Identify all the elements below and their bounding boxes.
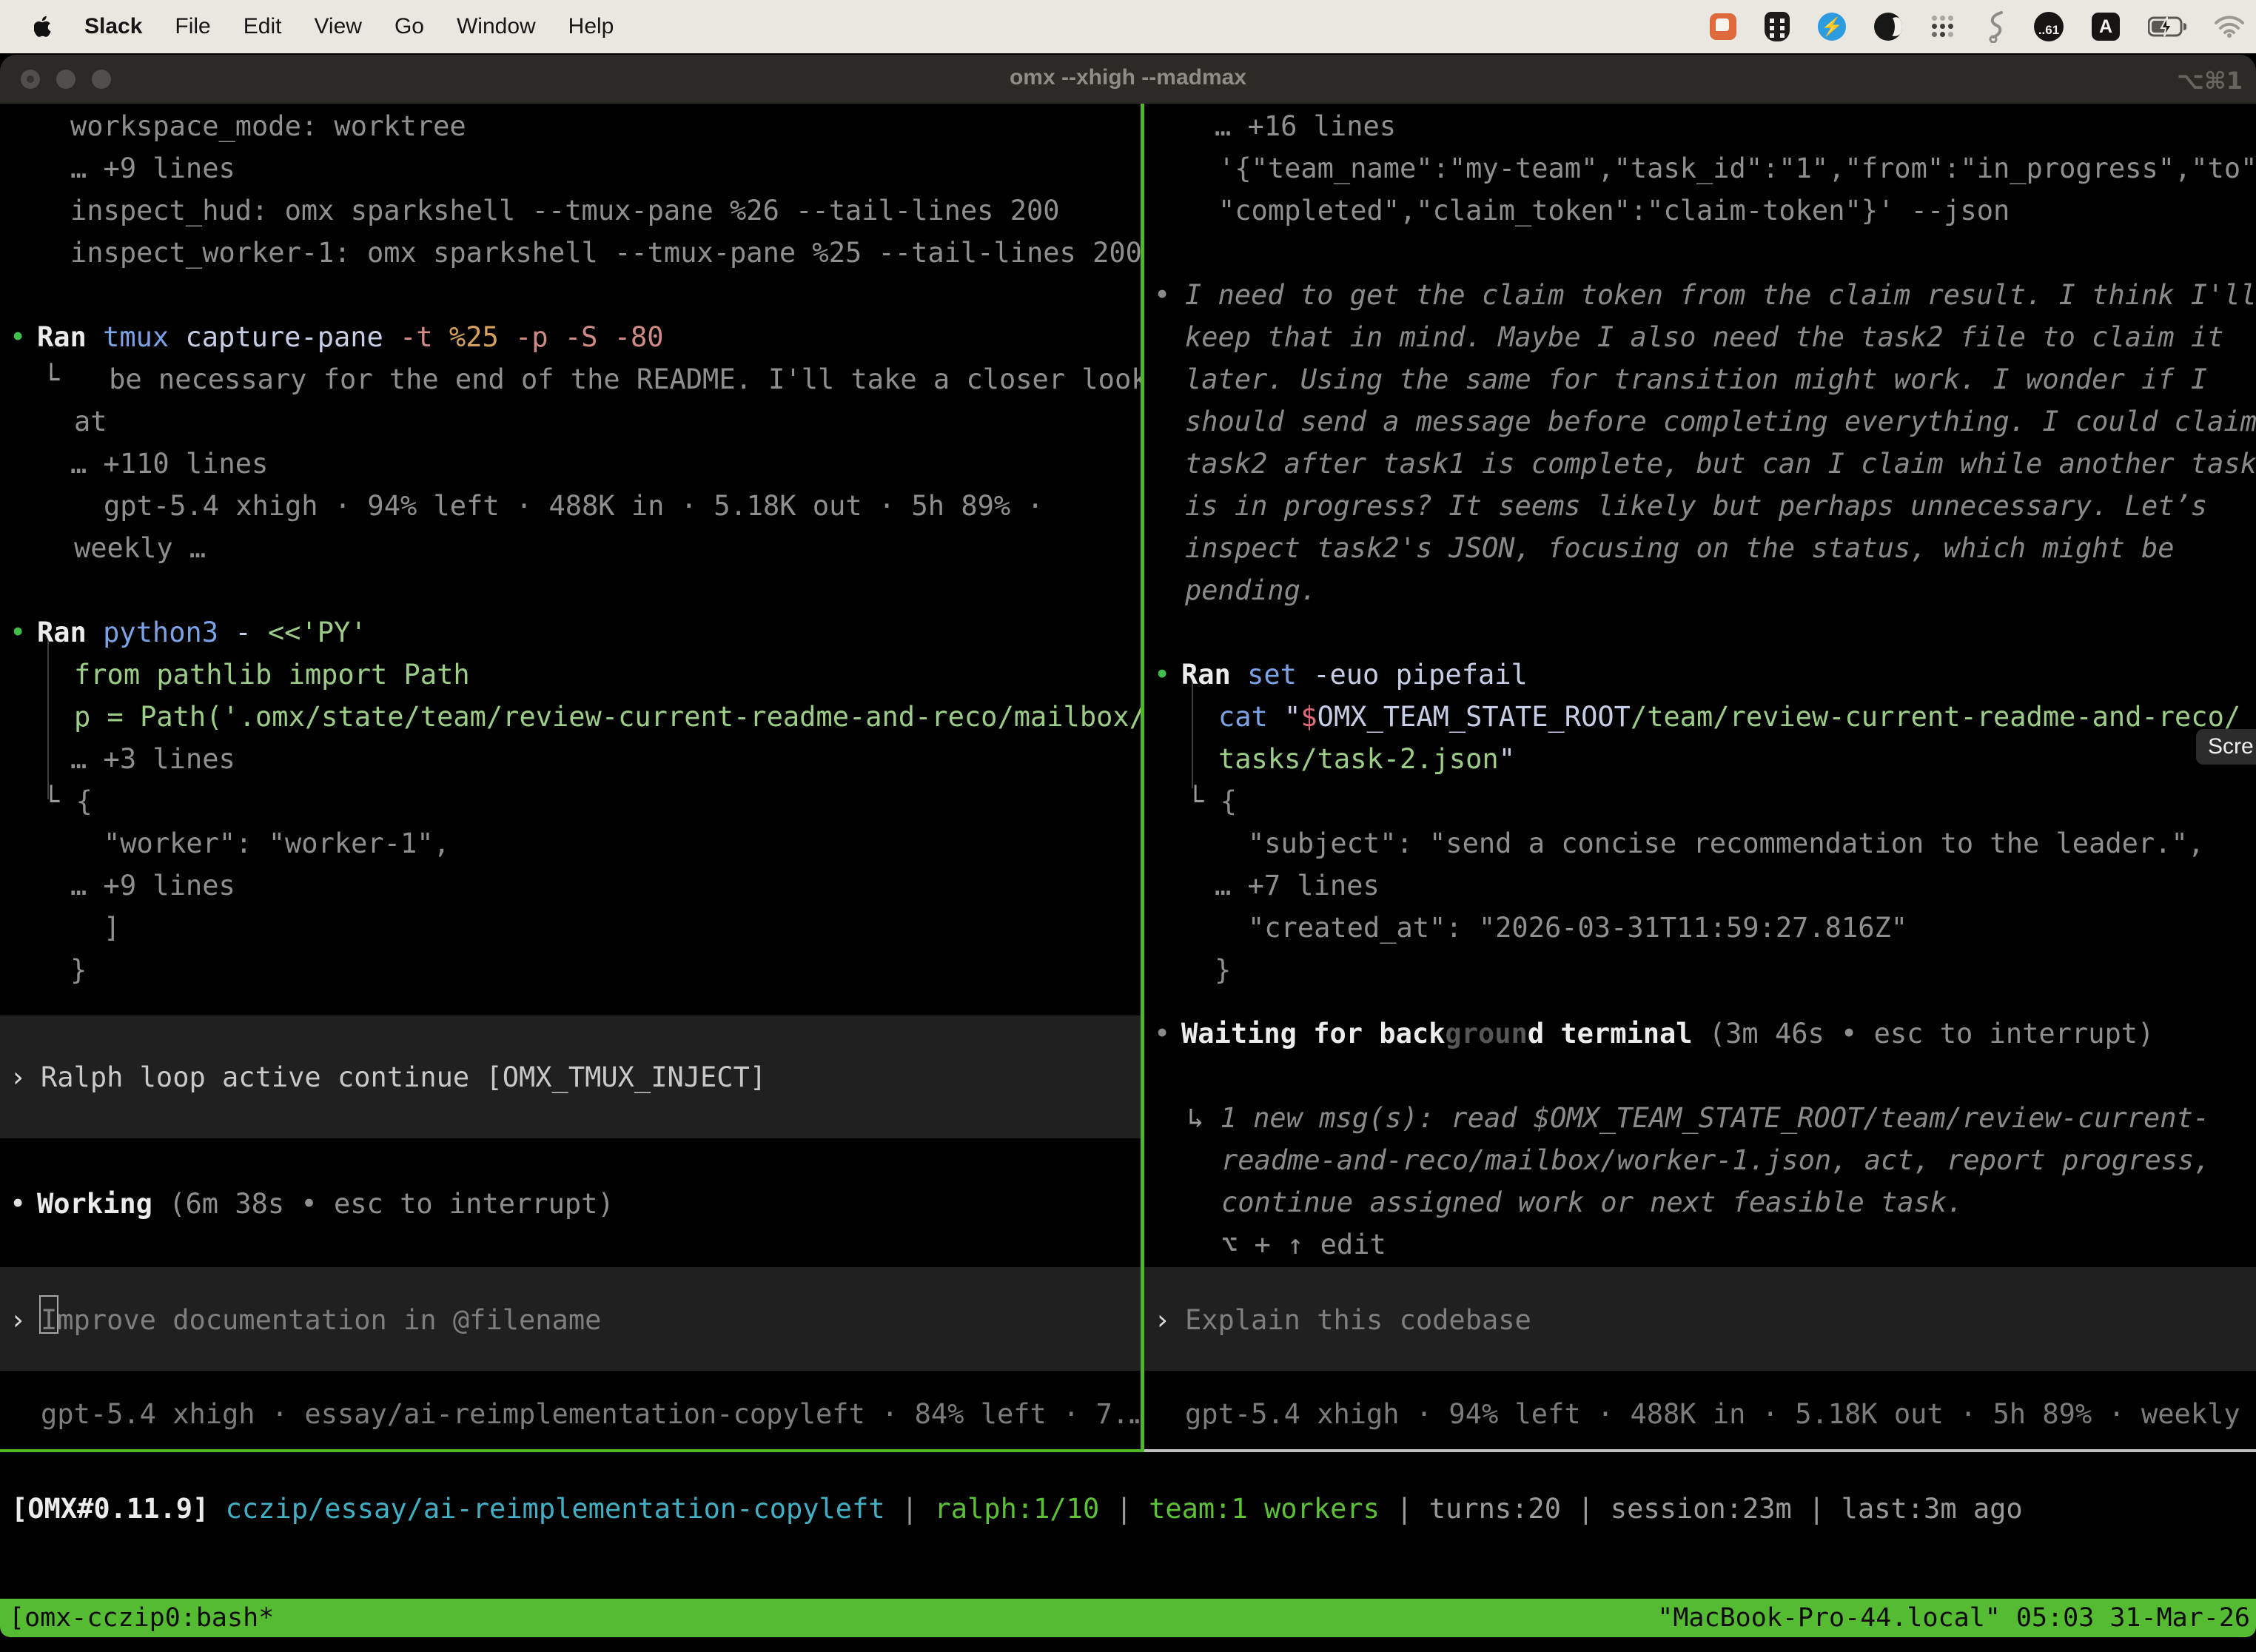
terminal-line: later. Using the same for transition mig… bbox=[1144, 358, 2256, 400]
terminal-line: keep that in mind. Maybe I also need the… bbox=[1144, 316, 2256, 358]
menu-app-name[interactable]: Slack bbox=[84, 14, 142, 39]
menu-help[interactable]: Help bbox=[568, 14, 614, 39]
slack-status-icon[interactable] bbox=[1710, 13, 1736, 40]
pane-border-right bbox=[1144, 1449, 2256, 1452]
menu-edit[interactable]: Edit bbox=[244, 14, 282, 39]
terminal-line: ›Improve documentation in @filename bbox=[0, 1299, 1141, 1341]
terminal-line: } bbox=[1144, 949, 2256, 991]
pane-border-left bbox=[0, 1449, 1144, 1452]
terminal-line: … +9 lines bbox=[0, 864, 1141, 907]
squiggle-icon[interactable] bbox=[1984, 10, 2006, 43]
battery-icon[interactable] bbox=[2148, 16, 2186, 37]
terminal-line: └ be necessary for the end of the README… bbox=[0, 358, 1141, 400]
terminal-line: ⌥ + ↑ edit bbox=[1144, 1223, 2256, 1266]
terminal-line: … +16 lines bbox=[1144, 105, 2256, 147]
terminal-window: omx --xhigh --madmax ⌥⌘1 workspace_mode:… bbox=[0, 55, 2256, 1637]
zoom-button[interactable] bbox=[92, 70, 111, 89]
terminal-line: •Ran python3 - <<'PY' bbox=[0, 611, 1141, 654]
apple-menu-icon[interactable] bbox=[34, 15, 53, 38]
keyboard-layout-icon[interactable]: A bbox=[2092, 13, 2120, 41]
tmux-host-clock-label: "MacBook-Pro-44.local" 05:03 31-Mar-26 bbox=[1657, 1599, 2250, 1637]
pane-divider[interactable] bbox=[1141, 104, 1144, 1451]
menu-bar: Slack File Edit View Go Window Help ⚡ ..… bbox=[0, 0, 2256, 53]
terminal-line: •I need to get the claim token from the … bbox=[1144, 274, 2256, 316]
terminal-line: } bbox=[0, 949, 1141, 991]
terminal-line: pending. bbox=[1144, 569, 2256, 611]
shield-grid-icon[interactable] bbox=[1765, 12, 1790, 41]
omx-status-line: [OMX#0.11.9] cczip/essay/ai-reimplementa… bbox=[11, 1488, 2023, 1530]
terminal-line: continue assigned work or next feasible … bbox=[1144, 1181, 2256, 1223]
minimize-button[interactable] bbox=[56, 70, 75, 89]
terminal-line: from pathlib import Path bbox=[0, 654, 1141, 696]
screen-tooltip: Scre bbox=[2196, 729, 2256, 765]
terminal-line: •Waiting for background terminal (3m 46s… bbox=[1144, 1013, 2256, 1055]
terminal-line: … +7 lines bbox=[1144, 864, 2256, 907]
terminal-line: p = Path('.omx/state/team/review-current… bbox=[0, 696, 1141, 738]
window-title-bar[interactable]: omx --xhigh --madmax ⌥⌘1 bbox=[0, 55, 2256, 104]
window-title: omx --xhigh --madmax bbox=[1010, 65, 1246, 90]
terminal-line: •Ran tmux capture-pane -t %25 -p -S -80 bbox=[0, 316, 1141, 358]
terminal-line: readme-and-reco/mailbox/worker-1.json, a… bbox=[1144, 1139, 2256, 1181]
terminal-line: workspace_mode: worktree bbox=[0, 105, 1141, 147]
bolt-badge-icon[interactable]: ⚡ bbox=[1818, 13, 1846, 41]
terminal-line: ›Explain this codebase bbox=[1144, 1299, 2256, 1341]
percent-badge-icon[interactable]: ..61 bbox=[2034, 12, 2064, 41]
terminal-line: └ { bbox=[1144, 780, 2256, 822]
terminal-line: gpt-5.4 xhigh · 94% left · 488K in · 5.1… bbox=[0, 485, 1141, 527]
terminal-line: •Working (6m 38s • esc to interrupt) bbox=[0, 1183, 1141, 1225]
terminal-line: tasks/task-2.json" bbox=[1144, 738, 2256, 780]
right-terminal-pane[interactable]: … +16 lines'{"team_name":"my-team","task… bbox=[1144, 104, 2256, 1449]
menu-view[interactable]: View bbox=[314, 14, 361, 39]
terminal-line: should send a message before completing … bbox=[1144, 400, 2256, 443]
terminal-line: "completed","claim_token":"claim-token"}… bbox=[1144, 189, 2256, 232]
terminal-line: cat "$OMX_TEAM_STATE_ROOT/team/review-cu… bbox=[1144, 696, 2256, 738]
terminal-line: … +110 lines bbox=[0, 443, 1141, 485]
terminal-line: "worker": "worker-1", bbox=[0, 822, 1141, 864]
terminal-line: weekly … bbox=[0, 527, 1141, 569]
terminal-line: at bbox=[0, 400, 1141, 443]
terminal-line: "subject": "send a concise recommendatio… bbox=[1144, 822, 2256, 864]
menu-window[interactable]: Window bbox=[457, 14, 536, 39]
menu-go[interactable]: Go bbox=[395, 14, 424, 39]
terminal-line: "created_at": "2026-03-31T11:59:27.816Z" bbox=[1144, 907, 2256, 949]
terminal-line: is in progress? It seems likely but perh… bbox=[1144, 485, 2256, 527]
terminal-line: ↳ 1 new msg(s): read $OMX_TEAM_STATE_ROO… bbox=[1144, 1097, 2256, 1139]
menu-file[interactable]: File bbox=[175, 14, 210, 39]
window-shortcut-badge: ⌥⌘1 bbox=[2177, 67, 2243, 95]
terminal-line: inspect_worker-1: omx sparkshell --tmux-… bbox=[0, 232, 1141, 274]
terminal-line: gpt-5.4 xhigh · essay/ai-reimplementatio… bbox=[0, 1393, 1141, 1435]
tmux-session-window-label[interactable]: [omx-cczip0:bash* bbox=[9, 1599, 274, 1637]
wifi-icon[interactable] bbox=[2215, 16, 2244, 38]
close-button[interactable] bbox=[21, 70, 40, 89]
terminal-line: gpt-5.4 xhigh · 94% left · 488K in · 5.1… bbox=[1144, 1393, 2256, 1435]
terminal-line: inspect_hud: omx sparkshell --tmux-pane … bbox=[0, 189, 1141, 232]
terminal-line: … +3 lines bbox=[0, 738, 1141, 780]
terminal-line: '{"team_name":"my-team","task_id":"1","f… bbox=[1144, 147, 2256, 189]
terminal-line: task2 after task1 is complete, but can I… bbox=[1144, 443, 2256, 485]
crescent-menu-icon[interactable] bbox=[1874, 13, 1902, 41]
terminal-line: … +9 lines bbox=[0, 147, 1141, 189]
terminal-line: ›Ralph loop active continue [OMX_TMUX_IN… bbox=[0, 1056, 1141, 1098]
terminal-line: inspect task2's JSON, focusing on the st… bbox=[1144, 527, 2256, 569]
tmux-status-bar: [omx-cczip0:bash* "MacBook-Pro-44.local"… bbox=[0, 1599, 2256, 1637]
left-terminal-pane[interactable]: workspace_mode: worktree… +9 linesinspec… bbox=[0, 104, 1141, 1449]
terminal-line: ] bbox=[0, 907, 1141, 949]
terminal-line: └ { bbox=[0, 780, 1141, 822]
dots-grid-icon[interactable] bbox=[1930, 14, 1955, 39]
terminal-line: •Ran set -euo pipefail bbox=[1144, 654, 2256, 696]
